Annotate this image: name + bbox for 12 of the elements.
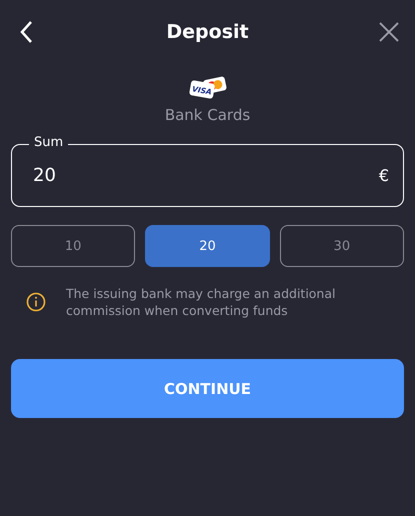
amount-button[interactable]: 20 bbox=[145, 225, 270, 267]
info-icon bbox=[26, 292, 46, 312]
method-label: Bank Cards bbox=[164, 106, 250, 124]
amount-button[interactable]: 10 bbox=[11, 225, 136, 267]
continue-button[interactable]: CONTINUE bbox=[11, 359, 404, 418]
dialog-title: Deposit bbox=[166, 21, 249, 43]
close-icon bbox=[379, 22, 399, 42]
notice-text: The issuing bank may charge an additional commission when converting funds bbox=[66, 285, 336, 319]
sum-input[interactable]: 20 bbox=[33, 160, 379, 190]
currency-symbol: € bbox=[378, 166, 389, 185]
back-icon bbox=[19, 20, 33, 44]
amount-button[interactable]: 30 bbox=[280, 225, 404, 267]
